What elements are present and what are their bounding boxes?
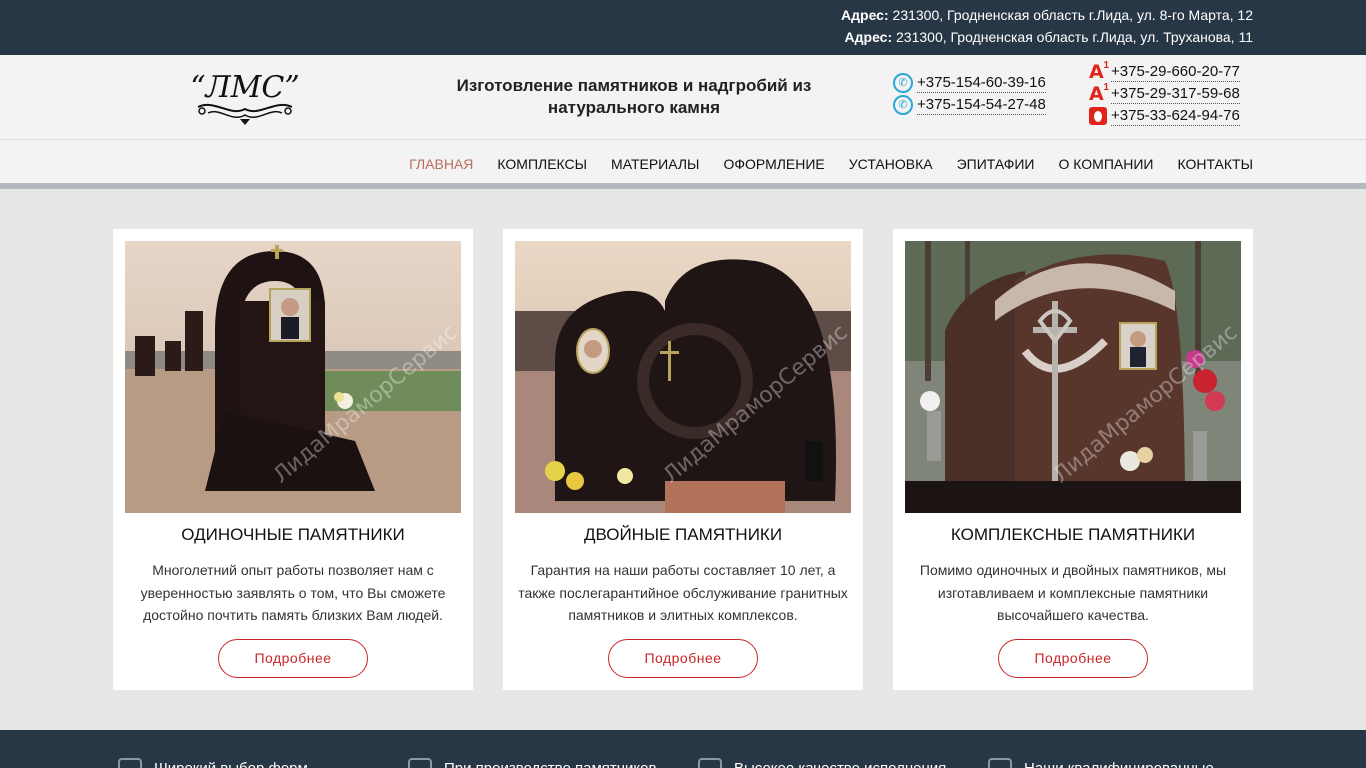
viber-icon: ✆ <box>893 73 913 93</box>
address-label: Адрес: <box>844 29 893 45</box>
phone-item[interactable]: +375-33-624-94-76 <box>1089 105 1240 127</box>
feature-item: Высокое качество исполнения <box>698 758 946 768</box>
feature-text: При производстве памятников <box>444 759 657 768</box>
nav-item-contacts[interactable]: КОНТАКТЫ <box>1177 156 1253 172</box>
features-bar: Широкий выбор форм При производстве памя… <box>0 730 1366 768</box>
nav-item-complexes[interactable]: КОМПЛЕКСЫ <box>497 156 587 172</box>
people-icon <box>408 758 432 768</box>
card-title: КОМПЛЕКСНЫЕ ПАМЯТНИКИ <box>950 525 1196 544</box>
a1-operator-icon: A1 <box>1089 82 1109 105</box>
address-label: Адрес: <box>841 7 889 23</box>
quality-icon <box>698 758 722 768</box>
card-description: Помимо одиночных и двойных памятников, м… <box>919 562 1227 623</box>
phone-item[interactable]: A1 +375-29-660-20-77 <box>1089 60 1240 83</box>
feature-text: Широкий выбор форм <box>154 759 308 768</box>
phone-item[interactable]: ✆ +375-154-60-39-16 <box>893 72 1046 94</box>
more-button[interactable]: Подробнее <box>218 639 368 678</box>
mobile-phones: A1 +375-29-660-20-77 A1 +375-29-317-59-6… <box>1089 60 1240 127</box>
address-text: 231300, Гродненская область г.Лида, ул. … <box>892 7 1253 23</box>
feature-text: Высокое качество исполнения <box>734 759 947 768</box>
category-card-double: ЛидаМраморСервис ДВОЙНЫЕ ПАМЯТНИКИ Гаран… <box>503 229 863 690</box>
feature-item: Широкий выбор форм <box>118 758 308 768</box>
category-card-single: ЛидаМраморСервис ОДИНОЧНЫЕ ПАМЯТНИКИ Мно… <box>113 229 473 690</box>
nav-item-materials[interactable]: МАТЕРИАЛЫ <box>611 156 699 172</box>
more-button[interactable]: Подробнее <box>608 639 758 678</box>
nav-item-installation[interactable]: УСТАНОВКА <box>849 156 933 172</box>
nav-item-home[interactable]: ГЛАВНАЯ <box>409 156 473 172</box>
nav-item-epitaphs[interactable]: ЭПИТАФИИ <box>957 156 1035 172</box>
monument-photo[interactable]: ЛидаМраморСервис <box>515 241 851 513</box>
phone-number[interactable]: +375-154-60-39-16 <box>917 74 1046 93</box>
phone-number[interactable]: +375-154-54-27-48 <box>917 96 1046 115</box>
header-tagline: Изготовление памятников и надгробий из н… <box>456 76 812 117</box>
phone-item[interactable]: A1 +375-29-317-59-68 <box>1089 82 1240 105</box>
feature-text: Наши квалифицированные <box>1024 759 1214 768</box>
specialists-icon <box>988 758 1012 768</box>
mts-operator-icon <box>1089 107 1107 125</box>
phone-number[interactable]: +375-29-660-20-77 <box>1111 63 1240 82</box>
main-content: ЛидаМраморСервис ОДИНОЧНЫЕ ПАМЯТНИКИ Мно… <box>0 195 1366 730</box>
top-address-bar: Адрес: 231300, Гродненская область г.Лид… <box>0 0 1366 55</box>
monument-photo[interactable]: ЛидаМраморСервис <box>905 241 1241 513</box>
company-logo[interactable]: “ЛМС” <box>190 63 300 129</box>
address-text: 231300, Гродненская область г.Лида, ул. … <box>896 29 1253 45</box>
main-navigation: ГЛАВНАЯ КОМПЛЕКСЫ МАТЕРИАЛЫ ОФОРМЛЕНИЕ У… <box>0 140 1366 189</box>
feature-item: При производстве памятников <box>408 758 656 768</box>
address-line-1: Адрес: 231300, Гродненская область г.Лид… <box>841 7 1253 23</box>
card-title: ДВОЙНЫЕ ПАМЯТНИКИ <box>583 525 783 544</box>
a1-operator-icon: A1 <box>1089 60 1109 83</box>
card-description: Многолетний опыт работы позволяет нам с … <box>140 562 446 623</box>
card-title: ОДИНОЧНЫЕ ПАМЯТНИКИ <box>181 525 405 544</box>
category-card-complex: ЛидаМраморСервис КОМПЛЕКСНЫЕ ПАМЯТНИКИ П… <box>893 229 1253 690</box>
nav-item-design[interactable]: ОФОРМЛЕНИЕ <box>723 156 824 172</box>
phone-item[interactable]: ✆ +375-154-54-27-48 <box>893 94 1046 116</box>
logo-text: “ЛМС” <box>190 70 299 105</box>
card-description: Гарантия на наши работы составляет 10 ле… <box>518 562 848 623</box>
phone-number[interactable]: +375-29-317-59-68 <box>1111 85 1240 104</box>
monument-photo[interactable]: ЛидаМраморСервис <box>125 241 461 513</box>
viber-icon: ✆ <box>893 95 913 115</box>
feature-item: Наши квалифицированные <box>988 758 1214 768</box>
shapes-icon <box>118 758 142 768</box>
nav-item-about[interactable]: О КОМПАНИИ <box>1059 156 1154 172</box>
more-button[interactable]: Подробнее <box>998 639 1148 678</box>
phone-number[interactable]: +375-33-624-94-76 <box>1111 107 1240 126</box>
address-line-2: Адрес: 231300, Гродненская область г.Лид… <box>845 29 1253 45</box>
landline-phones: ✆ +375-154-60-39-16 ✆ +375-154-54-27-48 <box>893 72 1046 116</box>
site-header: “ЛМС” Изготовление памятников и надгроби… <box>0 55 1366 140</box>
